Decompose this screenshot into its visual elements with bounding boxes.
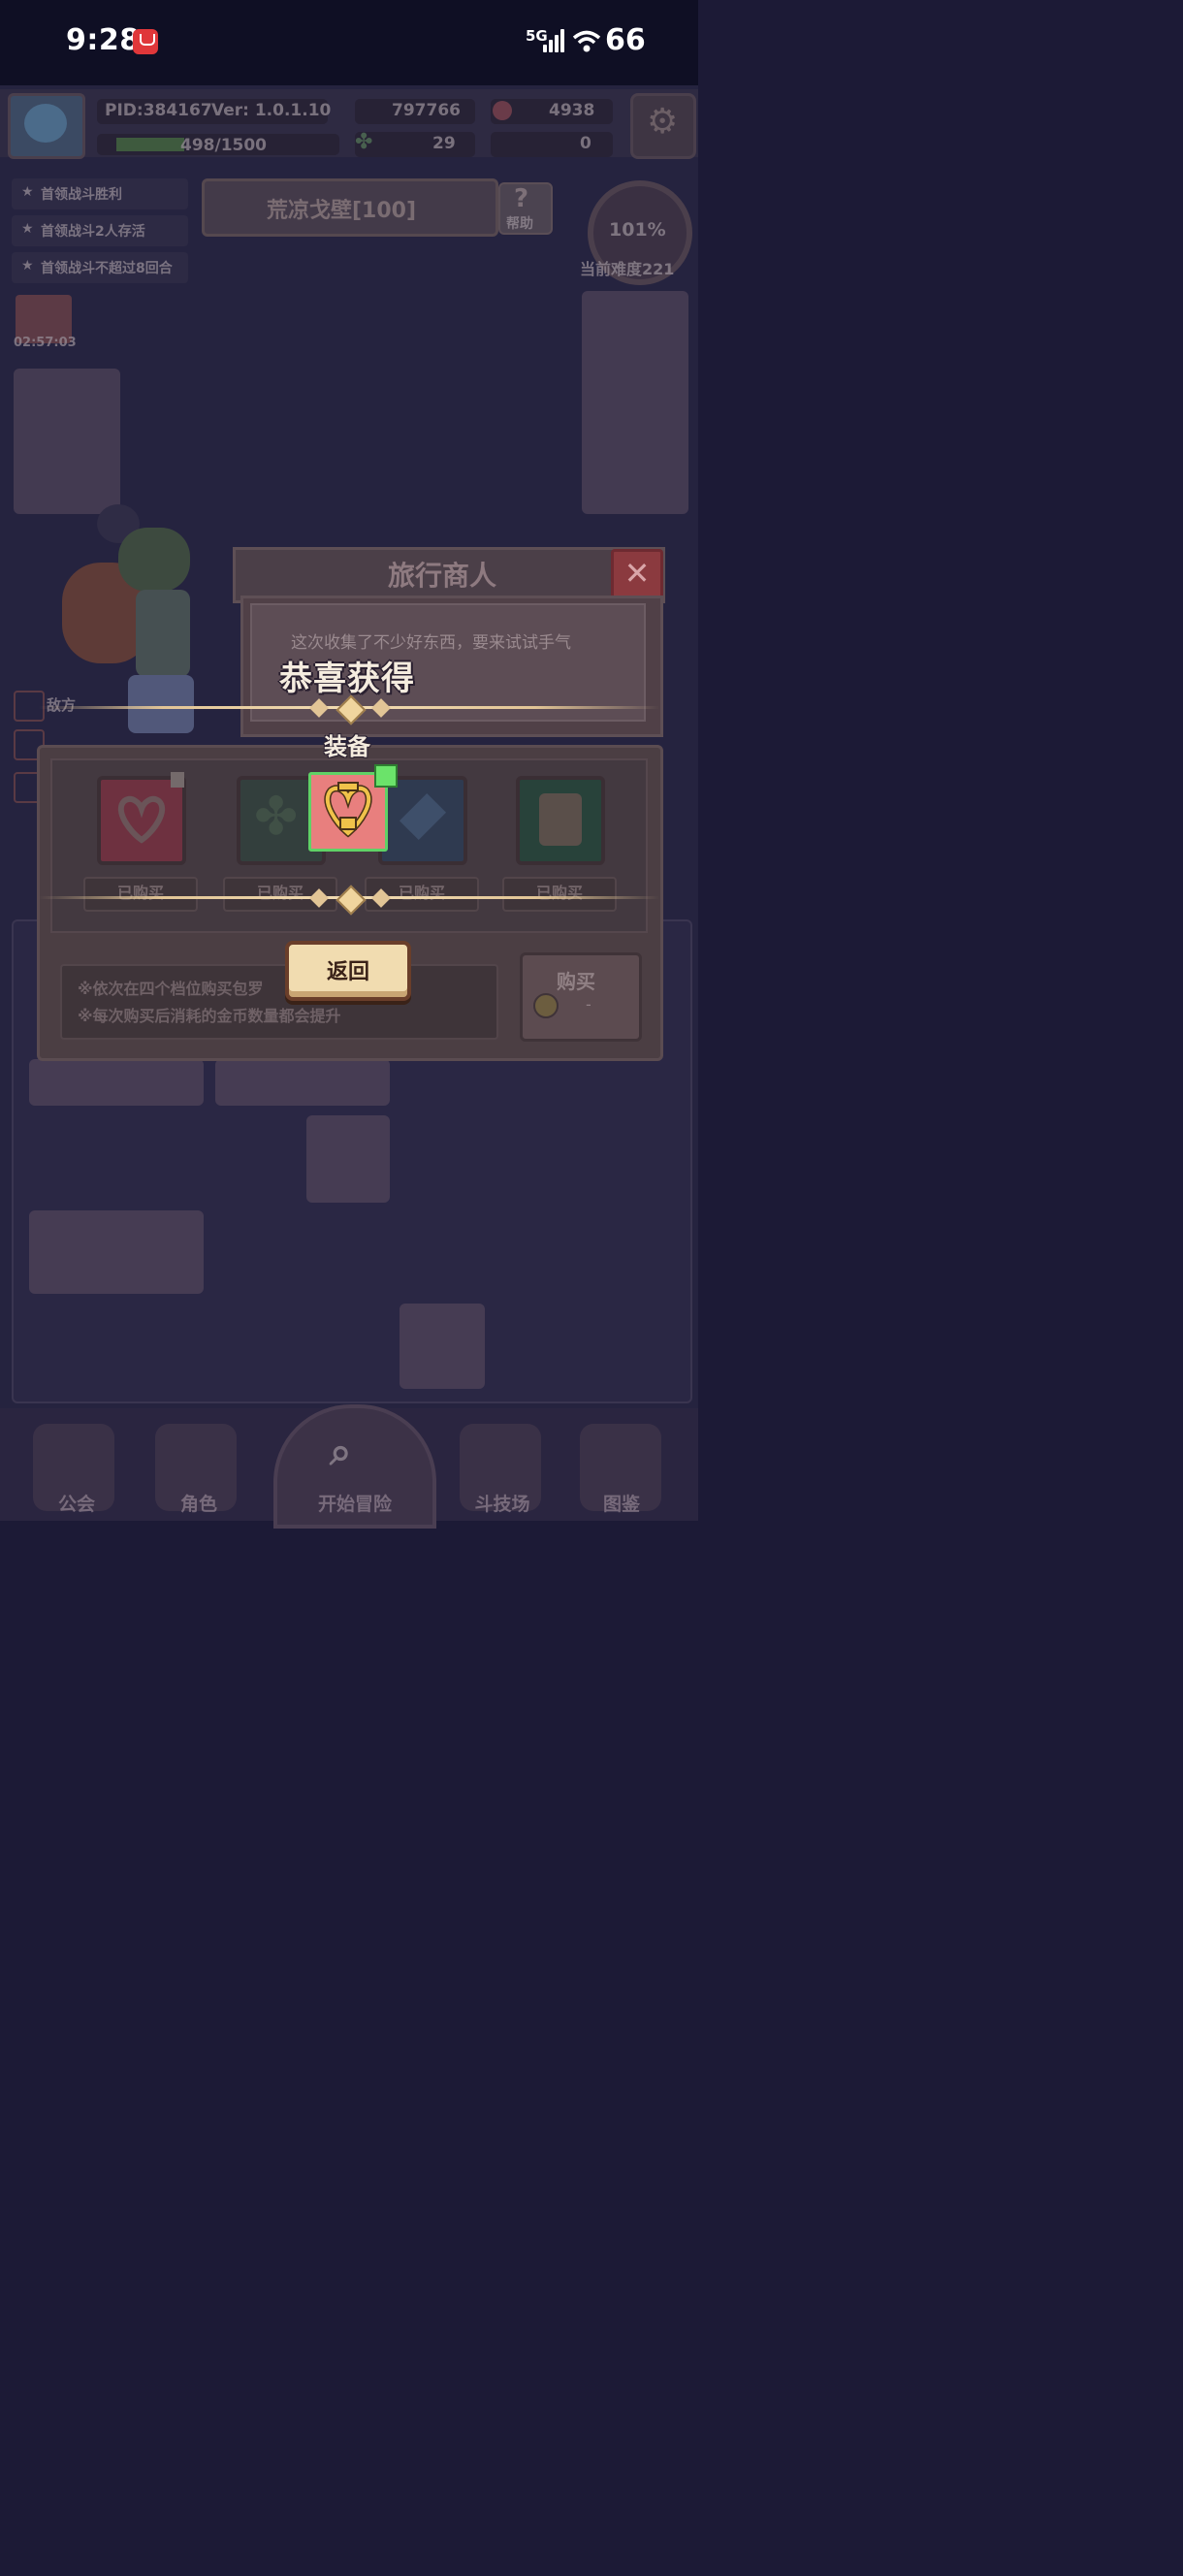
clover-amount: 29 (432, 134, 456, 153)
wifi-icon (572, 30, 601, 52)
nav-arena-label: 斗技场 (474, 1494, 530, 1515)
exp-bar-fill (116, 138, 184, 151)
quest-item: ★ 首领战斗2人存活 (12, 215, 188, 246)
rarity-badge-icon (374, 764, 398, 788)
settings-gear-icon[interactable] (630, 93, 696, 159)
bg-card (306, 1115, 390, 1203)
question-icon: ? (514, 184, 529, 213)
key-pill (491, 132, 613, 157)
quest-item: ★ 首领战斗胜利 (12, 178, 188, 209)
signal-icon (543, 29, 564, 52)
status-bar: 9:28 5G 66 (0, 0, 698, 85)
stage-title: 荒凉戈壁[100] (267, 199, 417, 223)
quest-item: ★ 首领战斗不超过8回合 (12, 252, 188, 283)
buy-price: - (586, 995, 592, 1014)
amulet-icon (117, 795, 166, 844)
shop-slot-scroll[interactable] (516, 776, 605, 865)
key-amount: 0 (580, 134, 592, 153)
star-icon: ★ (21, 184, 34, 200)
shop-slot-crystal[interactable] (378, 776, 467, 865)
quest-label: 首领战斗胜利 (41, 187, 122, 203)
bg-card (400, 1304, 485, 1389)
magnifier-icon: ⌕ (330, 1430, 352, 1474)
crystal-icon (399, 792, 447, 841)
difficulty-percent: 101% (609, 219, 666, 241)
help-label: 帮助 (506, 216, 533, 232)
clock: 9:28 (66, 23, 141, 57)
close-icon[interactable]: ✕ (611, 549, 663, 599)
star-icon: ★ (21, 221, 34, 237)
exp-text: 498/1500 (180, 136, 268, 155)
gem-amount: 4938 (549, 101, 595, 120)
bg-card (29, 1210, 204, 1294)
bg-rock (14, 369, 120, 514)
clover-pill (355, 132, 475, 157)
battle-hint: 敌方 (47, 696, 77, 714)
bg-card (29, 1059, 204, 1106)
stage-title-banner: 荒凉戈壁[100] (202, 178, 498, 237)
player-pid: PID:384167 (105, 101, 212, 120)
bg-card (215, 1059, 390, 1106)
buy-label: 购买 (557, 970, 595, 993)
quest-label: 首领战斗不超过8回合 (41, 261, 173, 276)
help-button[interactable]: ? 帮助 (498, 182, 553, 235)
slot-status: 已购买 (502, 877, 617, 912)
star-icon: ★ (21, 258, 34, 274)
clover-icon: ✤ (254, 786, 299, 847)
shop-note: ※每次购买后消耗的金币数量都会提升 (78, 1007, 341, 1025)
scroll-icon (539, 793, 582, 846)
shop-slot-amulet[interactable] (97, 776, 186, 865)
slot-badge (171, 772, 184, 788)
reward-category: 装备 (324, 733, 370, 760)
gift-timer: 02:57:03 (14, 336, 77, 350)
merchant-speech: 这次收集了不少好东西，要来试试手气 (291, 633, 571, 653)
coin-icon (533, 993, 559, 1018)
slot-status: 已购买 (83, 877, 198, 912)
battery-level: 66 (605, 23, 646, 57)
hero-character (60, 504, 215, 747)
reward-title: 恭喜获得 (279, 660, 415, 698)
nav-character-label: 角色 (179, 1494, 217, 1515)
bg-rock (582, 291, 688, 514)
game-version: Ver: 1.0.1.10 (211, 101, 332, 120)
gold-amount: 797766 (392, 101, 461, 120)
clover-icon: ✤ (355, 130, 373, 154)
app-notification-icon (133, 29, 158, 54)
divider-ornament (306, 694, 394, 725)
quest-label: 首领战斗2人存活 (41, 224, 145, 240)
difficulty-label: 当前难度221 (580, 260, 675, 278)
player-avatar[interactable] (8, 93, 85, 159)
divider-ornament (306, 885, 394, 916)
gem-icon (493, 101, 512, 120)
nav-guild-label: 公会 (57, 1494, 95, 1515)
return-label: 返回 (326, 960, 369, 984)
nav-codex-label: 图鉴 (602, 1494, 640, 1515)
shop-note: ※依次在四个档位购买包罗 (78, 980, 264, 998)
nav-adventure-label: 开始冒险 (317, 1494, 392, 1515)
merchant-title: 旅行商人 (388, 560, 497, 592)
